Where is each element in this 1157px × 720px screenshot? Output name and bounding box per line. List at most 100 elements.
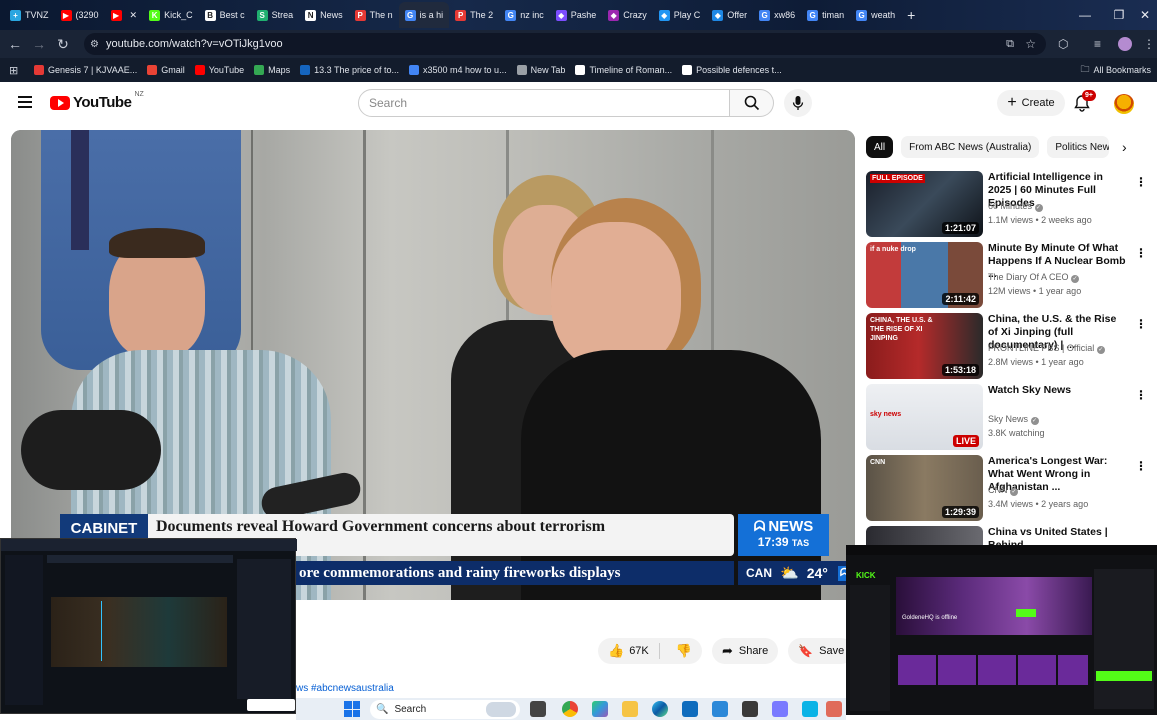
pip-window-right[interactable]: KICK GoldeneHQ is offline — [846, 545, 1157, 715]
apps-grid-icon[interactable]: ⊞ — [9, 64, 18, 77]
video-thumbnail[interactable]: sky news LIVE — [866, 384, 983, 450]
taskbar-search[interactable]: 🔍 Search — [370, 700, 520, 719]
reload-icon[interactable]: ↻ — [51, 32, 75, 56]
recommendation-item[interactable]: CHINA, THE U.S. & THE RISE OF XI JINPING… — [866, 313, 1156, 379]
extensions-icon[interactable]: ⬡ — [1058, 37, 1068, 51]
back-arrow-icon[interactable]: ← — [3, 32, 27, 56]
browser-tab[interactable]: Gis a hi — [398, 2, 450, 28]
browser-tab[interactable]: K Kick_C — [143, 2, 199, 28]
more-options-icon[interactable]: ⋮ — [1135, 175, 1147, 189]
video-thumbnail[interactable]: CHINA, THE U.S. & THE RISE OF XI JINPING… — [866, 313, 983, 379]
browser-tab[interactable]: P The 2 — [449, 2, 499, 28]
browser-tab[interactable]: ▶ (3290 — [55, 2, 105, 28]
browser-tab[interactable]: ▶ ✕ — [105, 2, 144, 28]
create-button[interactable]: + Create — [997, 90, 1065, 116]
channel-row[interactable]: FRONTLINE PBS | Official ✓ — [988, 343, 1105, 354]
more-options-icon[interactable]: ⋮ — [1135, 246, 1147, 260]
browser-tab[interactable]: Gweath — [850, 2, 901, 28]
recommendation-item[interactable]: if a nuke drop 2:11:42 Minute By Minute Of… — [866, 242, 1156, 308]
browser-tab[interactable]: ◆ Pashe — [550, 2, 603, 28]
search-input[interactable]: Search — [358, 89, 730, 117]
file-explorer-icon[interactable] — [622, 701, 638, 717]
search-button[interactable] — [730, 89, 774, 117]
bookmark-star-icon[interactable]: ☆ — [1025, 37, 1036, 51]
mail-icon[interactable] — [682, 701, 698, 717]
channel-row[interactable]: Sky News ✓ — [988, 414, 1039, 425]
browser-tab[interactable]: B Best c — [199, 2, 251, 28]
voice-search-button[interactable] — [784, 89, 812, 117]
browser-menu-icon[interactable]: ⋮ — [1143, 37, 1155, 51]
browser-tab[interactable]: Gtiman — [801, 2, 850, 28]
store-icon[interactable] — [712, 701, 728, 717]
bookmark-item[interactable]: Gmail — [147, 65, 185, 75]
filter-chip[interactable]: From ABC News (Australia) — [901, 136, 1040, 158]
edge-icon[interactable] — [652, 701, 668, 717]
chips-next-arrow-icon[interactable]: › — [1122, 139, 1127, 155]
bookmark-item[interactable]: Genesis 7 | KJVAAE... — [34, 65, 137, 75]
recommendation-title[interactable]: Watch Sky News — [988, 384, 1128, 397]
task-view-icon[interactable] — [530, 701, 546, 717]
bookmark-item[interactable]: Maps — [254, 65, 290, 75]
recommendation-item[interactable]: FULL EPISODE 1:21:07 Artificial Intelligen… — [866, 171, 1156, 237]
new-tab-plus-icon[interactable]: + — [907, 7, 915, 23]
copilot-icon[interactable] — [592, 701, 608, 717]
app-icon-2[interactable] — [772, 701, 788, 717]
install-icon[interactable]: ⧉ — [1006, 38, 1014, 51]
youtube-logo[interactable]: YouTube NZ — [50, 91, 144, 111]
save-button[interactable]: 🔖 Save — [788, 638, 855, 664]
more-options-icon[interactable]: ⋮ — [1135, 317, 1147, 331]
bookmark-item[interactable]: New Tab — [516, 65, 565, 75]
bookmark-item[interactable]: YouTube — [194, 65, 244, 75]
like-button[interactable]: 👍 67K — [598, 643, 660, 659]
dislike-button[interactable]: 👎 — [666, 643, 702, 659]
bookmark-item[interactable]: Timeline of Roman... — [575, 65, 672, 75]
all-bookmarks-button[interactable]: 🗀 All Bookmarks — [1080, 62, 1151, 78]
channel-row[interactable]: 60 Minutes ✓ — [988, 201, 1043, 212]
bookmark-item[interactable]: Possible defences t... — [682, 65, 782, 75]
browser-tab[interactable]: Gxw86 — [753, 2, 801, 28]
close-window-icon[interactable]: ✕ — [1130, 0, 1157, 30]
recommendation-item[interactable]: sky news LIVE Watch Sky News Sky News ✓ 3.8K… — [866, 384, 1156, 450]
windows-start-icon[interactable] — [344, 701, 360, 717]
account-avatar[interactable] — [1114, 94, 1134, 114]
recommendation-title[interactable]: China vs United States | Behind — [988, 526, 1128, 545]
site-info-icon[interactable]: ⚙ — [90, 39, 99, 50]
video-thumbnail[interactable]: FULL EPISODE 1:21:07 — [866, 171, 983, 237]
channel-row[interactable]: CNN ✓ — [988, 485, 1019, 496]
browser-tab[interactable]: ◆ Offer — [706, 2, 753, 28]
video-thumbnail[interactable] — [866, 526, 983, 545]
recommendation-item[interactable]: China vs United States | Behind — [866, 526, 1156, 545]
browser-tab[interactable]: S Strea — [251, 2, 300, 28]
filter-chip[interactable]: All — [866, 136, 894, 158]
bookmark-item[interactable]: x3500 m4 how to u... — [409, 65, 507, 75]
notifications-button[interactable]: 9+ — [1074, 90, 1096, 114]
channel-row[interactable]: The Diary Of A CEO ✓ — [988, 272, 1080, 283]
browser-tab[interactable]: P The n — [349, 2, 399, 28]
browser-tab[interactable]: + TVNZ — [4, 2, 55, 28]
share-button[interactable]: ➦ Share — [711, 638, 779, 664]
bookmark-item[interactable]: 13.3 The price of to... — [300, 65, 399, 75]
filter-chip[interactable]: Politics News — [1047, 136, 1110, 158]
more-options-icon[interactable]: ⋮ — [1135, 459, 1147, 473]
app-icon[interactable] — [742, 701, 758, 717]
more-options-icon[interactable]: ⋮ — [1135, 388, 1147, 402]
profile-avatar[interactable] — [1118, 37, 1132, 51]
reading-list-icon[interactable]: ≡ — [1094, 37, 1101, 51]
chrome-icon[interactable] — [562, 701, 578, 717]
recommendation-item[interactable]: CNN 1:29:39 America's Longest War: What We… — [866, 455, 1156, 521]
browser-tab[interactable]: N News — [299, 2, 349, 28]
browser-tab[interactable]: ◆ Crazy — [602, 2, 653, 28]
pip-window-left[interactable] — [0, 538, 297, 714]
app-icon-3[interactable] — [802, 701, 818, 717]
video-player[interactable]: CABINET Documents reveal Howard Governme… — [11, 130, 855, 600]
browser-tab[interactable]: ◆ Play C — [653, 2, 707, 28]
video-thumbnail[interactable]: if a nuke drop 2:11:42 — [866, 242, 983, 308]
video-thumbnail[interactable]: CNN 1:29:39 — [866, 455, 983, 521]
app-icon-4[interactable] — [826, 701, 842, 717]
hamburger-menu-icon[interactable] — [18, 96, 32, 108]
forward-arrow-icon[interactable]: → — [27, 32, 51, 56]
browser-tab[interactable]: Gnz inc — [499, 2, 550, 28]
tab-close-icon[interactable]: ✕ — [130, 10, 138, 21]
minimize-icon[interactable]: — — [1070, 0, 1100, 30]
url-field[interactable]: ⚙ youtube.com/watch?v=vOTiJkg1voo ⧉ ☆ — [84, 33, 1046, 55]
